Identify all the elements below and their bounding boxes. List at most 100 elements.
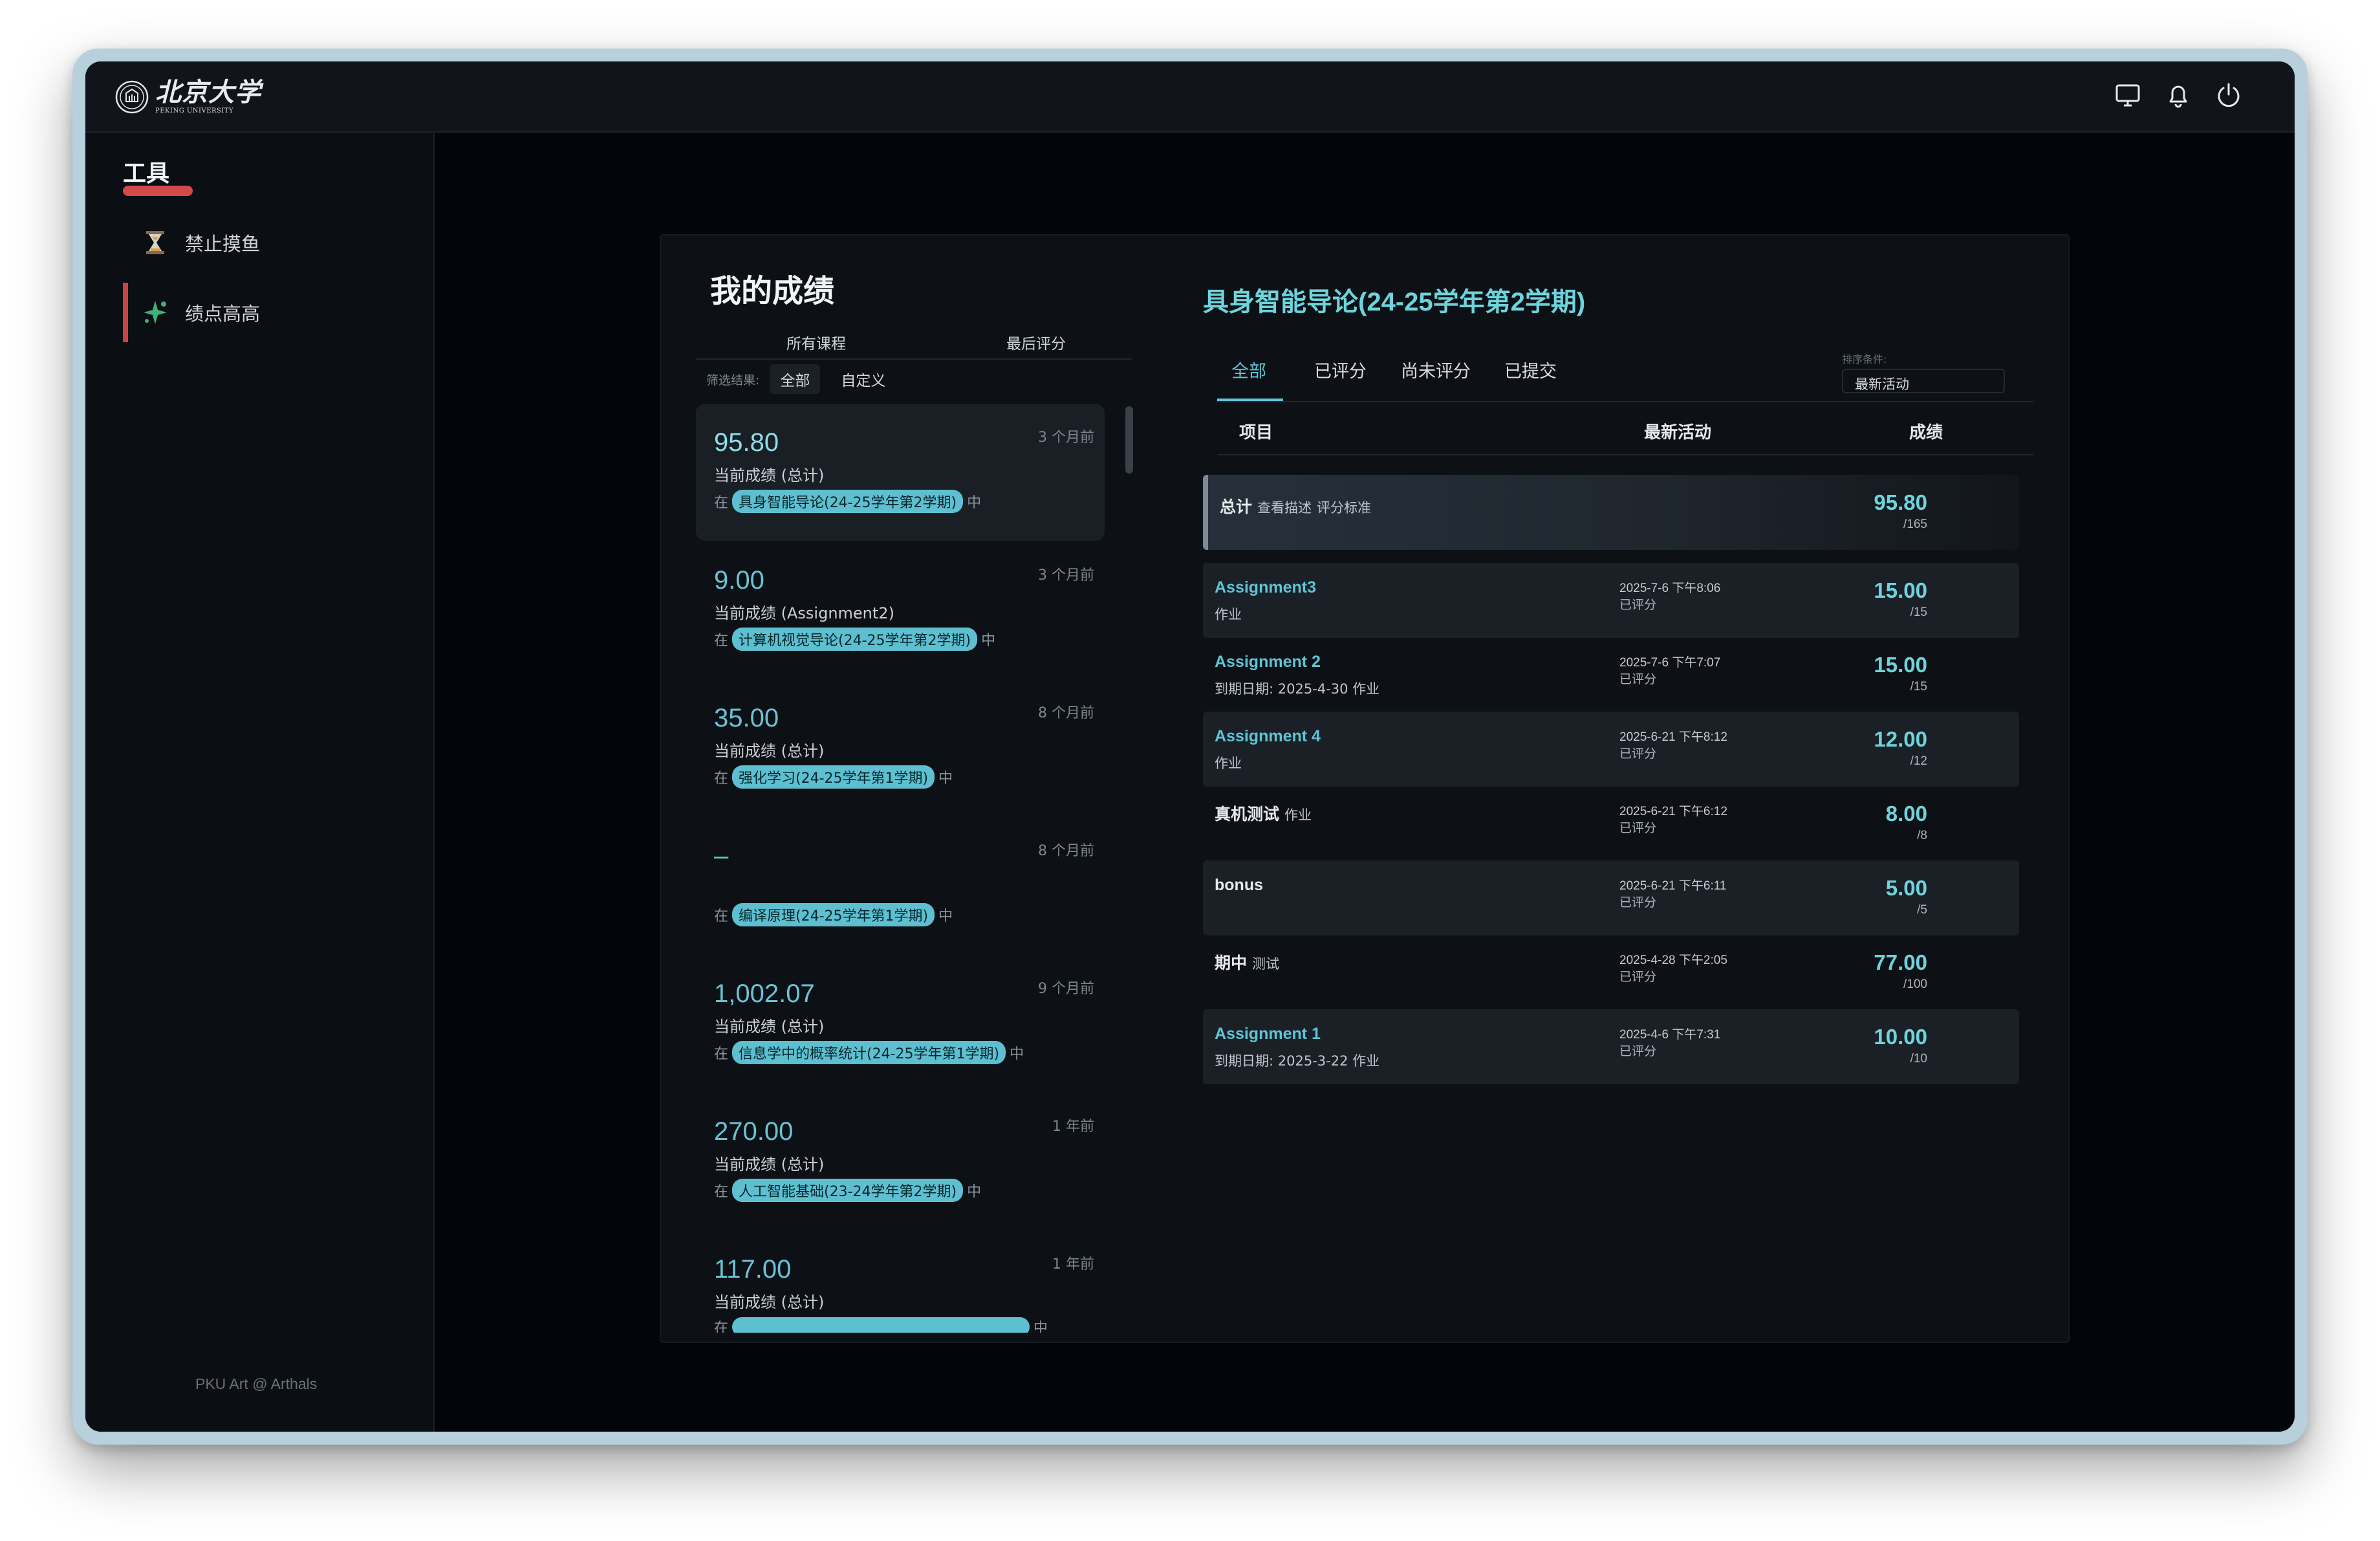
item-score: 15.00 <box>1874 578 1927 602</box>
bell-icon[interactable] <box>2164 81 2192 109</box>
course-pill[interactable]: 人工智能基础(23-24学年第2学期) <box>732 1179 964 1202</box>
grade-card[interactable]: 117.00 1 年前 当前成绩 (总计) 在 中 <box>696 1230 1105 1333</box>
grade-subtitle: 当前成绩 (总计) <box>714 1018 825 1036</box>
app-window: 北京大学 PEKING UNIVERSITY 工具 禁止摸鱼 绩点高高 PKU … <box>85 61 2295 1432</box>
tab-submitted[interactable]: 已提交 <box>1504 349 1557 401</box>
item-name[interactable]: Assignment 4 <box>1215 727 1321 745</box>
grade-value: 9.00 <box>714 566 764 595</box>
item-status: 已评分 <box>1619 672 1657 686</box>
grade-value: 95.80 <box>714 428 779 457</box>
grade-card[interactable]: 95.80 3 个月前 当前成绩 (总计) 在具身智能导论(24-25学年第2学… <box>696 404 1105 541</box>
grade-value: 35.00 <box>714 704 779 732</box>
logo-chinese-name: 北京大学 <box>155 77 261 107</box>
item-max: /15 <box>1910 680 1927 694</box>
item-date: 2025-6-21 下午8:12 <box>1619 730 1727 744</box>
course-pill[interactable]: 计算机视觉导论(24-25学年第2学期) <box>732 628 978 651</box>
pku-logo[interactable]: 北京大学 PEKING UNIVERSITY <box>115 77 261 117</box>
filter-label: 筛选结果: <box>706 373 760 388</box>
course-pill[interactable]: 强化学习(24-25学年第1学期) <box>732 765 935 789</box>
in-prefix: 在 <box>714 633 729 649</box>
table-row[interactable]: Assignment 2 到期日期: 2025-4-30 作业 2025-7-6… <box>1203 637 2019 712</box>
sidebar-item-gpa[interactable]: 绩点高高 <box>123 283 433 342</box>
grades-column-tabs: 所有课程 最后评分 <box>696 331 1132 360</box>
grade-table-header: 项目 最新活动 成绩 <box>1217 402 2033 455</box>
in-prefix: 在 <box>714 1046 729 1062</box>
tab-graded[interactable]: 已评分 <box>1314 349 1367 401</box>
item-sub: 到期日期: 2025-3-22 作业 <box>1215 1053 1380 1069</box>
in-suffix: 中 <box>938 908 953 924</box>
tab-ungraded[interactable]: 尚未评分 <box>1401 349 1471 401</box>
view-description-link[interactable]: 查看描述 <box>1257 501 1312 516</box>
item-name[interactable]: Assignment 2 <box>1215 653 1321 671</box>
grade-time: 1 年前 <box>1052 1256 1094 1273</box>
grade-subtitle: 当前成绩 (总计) <box>714 1293 825 1311</box>
table-row[interactable]: Assignment 1 到期日期: 2025-3-22 作业 2025-4-6… <box>1203 1009 2019 1084</box>
page-title: 我的成绩 <box>710 273 835 309</box>
tab-all[interactable]: 全部 <box>1217 349 1283 401</box>
table-row[interactable]: bonus 2025-6-21 下午6:11 已评分 5.00 /5 <box>1203 860 2019 935</box>
in-prefix: 在 <box>714 770 729 787</box>
item-date: 2025-6-21 下午6:11 <box>1619 879 1727 893</box>
grade-value: 117.00 <box>714 1255 792 1284</box>
sort-control: 排序条件: 最新活动 <box>1842 351 2005 393</box>
hourglass-icon <box>146 231 164 254</box>
course-pill[interactable] <box>732 1317 1030 1333</box>
course-pill[interactable]: 信息学中的概率统计(24-25学年第1学期) <box>732 1041 1006 1064</box>
grade-card[interactable]: 9.00 3 个月前 当前成绩 (Assignment2) 在计算机视觉导论(2… <box>696 541 1105 679</box>
grade-card[interactable]: 35.00 8 个月前 当前成绩 (总计) 在强化学习(24-25学年第1学期)… <box>696 679 1105 816</box>
table-row[interactable]: 真机测试 作业 2025-6-21 下午6:12 已评分 8.00 /8 <box>1203 786 2019 861</box>
table-row[interactable]: Assignment3 作业 2025-7-6 下午8:06 已评分 15.00… <box>1203 563 2019 638</box>
course-pill[interactable]: 具身智能导论(24-25学年第2学期) <box>732 490 964 513</box>
grade-time: 9 个月前 <box>1038 981 1094 997</box>
item-name[interactable]: Assignment3 <box>1215 578 1316 596</box>
item-score: 12.00 <box>1874 727 1927 751</box>
item-status: 已评分 <box>1619 970 1657 984</box>
item-status: 已评分 <box>1619 1044 1657 1058</box>
item-score: 8.00 <box>1885 802 1927 825</box>
in-suffix: 中 <box>1033 1320 1048 1333</box>
item-max: /15 <box>1910 606 1927 619</box>
grade-list[interactable]: 95.80 3 个月前 当前成绩 (总计) 在具身智能导论(24-25学年第2学… <box>696 404 1118 1333</box>
in-suffix: 中 <box>981 633 996 649</box>
grade-value: – <box>714 842 729 870</box>
item-max: /8 <box>1917 829 1927 842</box>
filter-all[interactable]: 全部 <box>770 364 821 394</box>
grade-subtitle <box>714 876 1087 897</box>
item-status: 已评分 <box>1619 598 1657 612</box>
column-header-activity: 最新活动 <box>1644 423 1712 443</box>
item-date: 2025-7-6 下午8:06 <box>1619 582 1721 595</box>
table-row[interactable]: Assignment 4 作业 2025-6-21 下午8:12 已评分 12.… <box>1203 712 2019 787</box>
item-kind: 作业 <box>1284 808 1312 823</box>
pku-emblem-icon <box>115 80 149 114</box>
grade-list-scrollbar[interactable] <box>1125 406 1133 474</box>
item-sub: 作业 <box>1215 756 1242 771</box>
sort-select[interactable]: 最新活动 <box>1842 369 2005 393</box>
sidebar-item-label: 禁止摸鱼 <box>185 233 261 255</box>
grade-subtitle: 当前成绩 (总计) <box>714 1155 825 1174</box>
filter-custom[interactable]: 自定义 <box>830 364 896 394</box>
course-pill[interactable]: 编译原理(24-25学年第1学期) <box>732 903 935 926</box>
item-name[interactable]: Assignment 1 <box>1215 1025 1321 1043</box>
rubric-link[interactable]: 评分标准 <box>1317 501 1371 516</box>
in-suffix: 中 <box>938 770 953 787</box>
item-max: /5 <box>1917 903 1927 917</box>
in-suffix: 中 <box>967 495 982 511</box>
grade-value: 270.00 <box>714 1117 794 1146</box>
power-icon[interactable] <box>2214 81 2243 109</box>
sparkle-icon <box>144 301 167 324</box>
course-title: 具身智能导论(24-25学年第2学期) <box>1203 288 1586 316</box>
table-row[interactable]: 期中 测试 2025-4-28 下午2:05 已评分 77.00 /100 <box>1203 935 2019 1010</box>
tab-all-courses[interactable]: 所有课程 <box>786 331 846 353</box>
grade-card[interactable]: 1,002.07 9 个月前 当前成绩 (总计) 在信息学中的概率统计(24-2… <box>696 955 1105 1092</box>
item-score: 15.00 <box>1874 653 1927 677</box>
grade-card[interactable]: 270.00 1 年前 当前成绩 (总计) 在人工智能基础(23-24学年第2学… <box>696 1093 1105 1230</box>
tab-last-graded[interactable]: 最后评分 <box>1006 331 1066 353</box>
sidebar-item-focus[interactable]: 禁止摸鱼 <box>123 213 433 272</box>
monitor-icon[interactable] <box>2114 81 2142 109</box>
grade-time: 1 年前 <box>1052 1119 1094 1135</box>
item-name: 期中 <box>1215 954 1248 972</box>
item-score: 77.00 <box>1874 950 1927 974</box>
item-date: 2025-6-21 下午6:12 <box>1619 805 1727 818</box>
item-name: 真机测试 <box>1215 805 1280 824</box>
grade-card[interactable]: – 8 个月前 在编译原理(24-25学年第1学期) 中 <box>696 817 1105 954</box>
